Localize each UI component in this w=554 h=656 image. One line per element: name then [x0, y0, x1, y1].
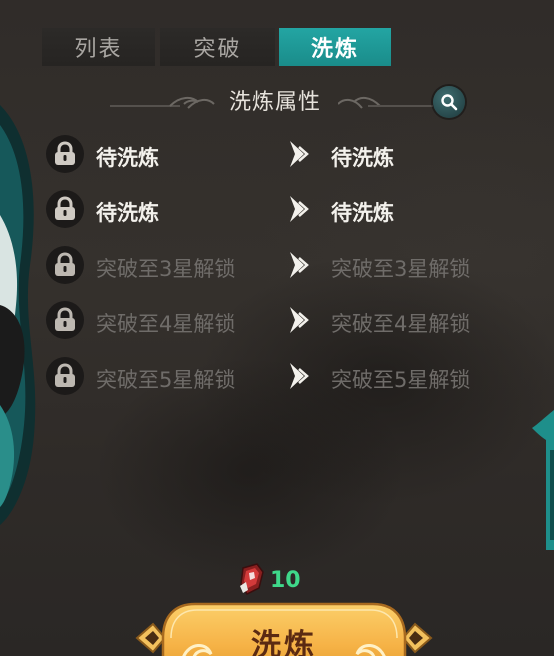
- arrow-right-icon: [290, 307, 309, 333]
- refine-button[interactable]: 洗炼: [135, 598, 433, 656]
- refine-stone-icon: [240, 563, 264, 595]
- lock-icon: [46, 135, 84, 173]
- attribute-row: 待洗炼 待洗炼: [46, 133, 516, 177]
- game-screen: 列表 突破 洗炼 洗炼属性 待洗炼 待洗炼 待洗炼 待洗炼 突破至3星解锁 突破…: [0, 0, 554, 656]
- attribute-next: 突破至5星解锁: [331, 368, 471, 392]
- attribute-current: 待洗炼: [96, 201, 159, 225]
- attribute-current: 突破至3星解锁: [96, 257, 236, 281]
- refine-button-label: 洗炼: [251, 628, 317, 656]
- header-ornament-right: [338, 96, 433, 109]
- cost-value: 10: [270, 568, 301, 593]
- attribute-row: 待洗炼 待洗炼: [46, 188, 516, 232]
- lock-icon: [46, 190, 84, 228]
- attribute-next: 待洗炼: [331, 201, 394, 225]
- tab-refine[interactable]: 洗炼: [279, 28, 391, 66]
- lock-icon: [46, 246, 84, 284]
- attribute-next: 突破至3星解锁: [331, 257, 471, 281]
- attribute-current: 突破至4星解锁: [96, 312, 236, 336]
- attribute-current: 突破至5星解锁: [96, 368, 236, 392]
- tab-list-label: 列表: [74, 37, 123, 62]
- section-title: 洗炼属性: [228, 90, 321, 115]
- attribute-next: 突破至4星解锁: [331, 312, 471, 336]
- arrow-right-icon: [290, 141, 309, 167]
- tab-refine-label: 洗炼: [310, 37, 359, 62]
- arrow-right-icon: [290, 196, 309, 222]
- tab-breakthrough[interactable]: 突破: [160, 28, 275, 66]
- search-button[interactable]: [433, 86, 465, 118]
- attribute-row: 突破至3星解锁 突破至3星解锁: [46, 244, 516, 288]
- tab-breakthrough-label: 突破: [193, 37, 242, 62]
- arrow-right-icon: [290, 363, 309, 389]
- lock-icon: [46, 301, 84, 339]
- attribute-row: 突破至4星解锁 突破至4星解锁: [46, 299, 516, 343]
- side-decoration: [532, 410, 554, 550]
- search-icon: [441, 94, 458, 111]
- arrow-right-icon: [290, 252, 309, 278]
- lock-icon: [46, 357, 84, 395]
- attribute-row: 突破至5星解锁 突破至5星解锁: [46, 355, 516, 399]
- attribute-current: 待洗炼: [96, 146, 159, 170]
- attribute-next: 待洗炼: [331, 146, 394, 170]
- tab-list[interactable]: 列表: [42, 28, 155, 66]
